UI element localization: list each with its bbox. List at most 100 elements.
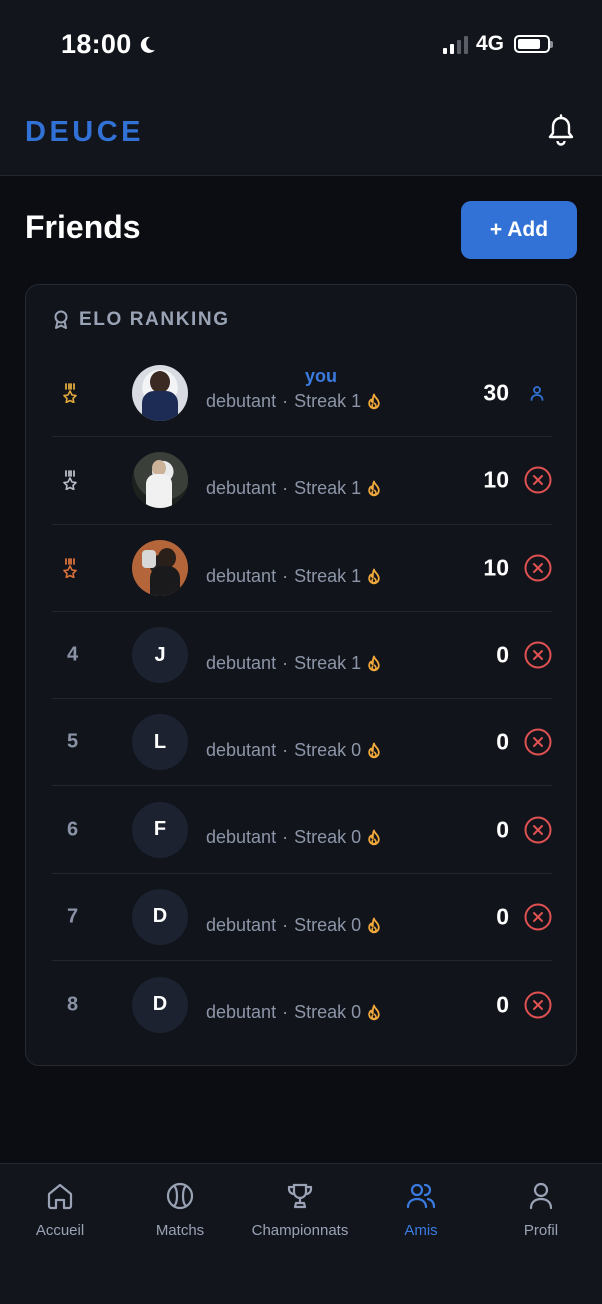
elo-ranking-card: ELO RANKING you debutant · Streak 1 30 d…	[25, 284, 577, 1066]
separator: ·	[282, 478, 289, 499]
self-user-icon	[530, 386, 544, 402]
level-label: debutant	[206, 1002, 277, 1023]
streak-label: Streak 0	[294, 914, 362, 935]
app-logo: DEUCE	[25, 116, 145, 148]
streak-label: Streak 1	[294, 478, 362, 499]
separator: ·	[282, 914, 289, 935]
flame-icon	[368, 480, 380, 497]
ranking-row[interactable]: debutant · Streak 1 10	[52, 525, 552, 612]
avatar	[132, 452, 188, 509]
remove-friend-button[interactable]	[524, 991, 552, 1019]
separator: ·	[282, 827, 289, 848]
flame-icon	[368, 742, 380, 759]
notifications-button[interactable]	[546, 114, 576, 148]
nav-label: Accueil	[35, 1222, 85, 1239]
rank-number: 6	[67, 818, 79, 841]
level-label: debutant	[206, 391, 277, 411]
player-subtitle: debutant · Streak 1	[206, 391, 381, 412]
elo-score: 0	[496, 728, 509, 755]
player-subtitle: debutant · Streak 1	[206, 653, 381, 674]
avatar: J	[132, 627, 188, 684]
ranking-row[interactable]: 5 L debutant · Streak 0 0	[52, 699, 552, 787]
avatar: F	[132, 801, 188, 858]
ranking-row[interactable]: 7 D debutant · Streak 0 0	[52, 874, 552, 962]
nav-item-amis[interactable]: Amis	[361, 1180, 481, 1239]
player-subtitle: debutant · Streak 0	[206, 1002, 381, 1023]
separator: ·	[282, 565, 289, 586]
ranking-row[interactable]: 4 J debutant · Streak 1 0	[52, 612, 552, 700]
player-subtitle: debutant · Streak 1	[206, 478, 381, 499]
level-label: debutant	[206, 652, 277, 673]
users-icon	[406, 1183, 436, 1209]
remove-friend-button[interactable]	[524, 641, 552, 669]
nav-item-profil[interactable]: Profil	[481, 1180, 601, 1239]
rank-number: 4	[67, 643, 79, 666]
streak-label: Streak 1	[294, 652, 362, 673]
moon-icon	[140, 36, 155, 53]
signal-icon	[442, 35, 468, 54]
app-header: DEUCE	[0, 90, 602, 176]
level-label: debutant	[206, 914, 277, 935]
avatar: D	[132, 888, 188, 945]
level-label: debutant	[206, 740, 277, 761]
separator: ·	[282, 1002, 289, 1023]
bronze-medal-icon	[63, 557, 77, 578]
level-label: debutant	[206, 478, 277, 499]
flame-icon	[368, 1004, 380, 1021]
nav-item-accueil[interactable]: Accueil	[0, 1180, 120, 1239]
level-label: debutant	[206, 565, 277, 586]
separator: ·	[282, 740, 289, 761]
ranking-row[interactable]: 6 F debutant · Streak 0 0	[52, 786, 552, 874]
player-subtitle: debutant · Streak 0	[206, 740, 381, 761]
player-subtitle: debutant · Streak 0	[206, 827, 381, 848]
nav-item-championnats[interactable]: Championnats	[240, 1180, 360, 1239]
status-indicators: 4G	[442, 32, 553, 56]
elo-score: 0	[496, 903, 509, 930]
elo-score: 0	[496, 816, 509, 843]
nav-label: Matchs	[155, 1222, 205, 1239]
separator: ·	[282, 652, 289, 673]
ranking-row[interactable]: 8 D debutant · Streak 0 0	[52, 961, 552, 1048]
medal-outline-icon	[54, 310, 68, 329]
remove-friend-button[interactable]	[524, 728, 552, 756]
card-header: ELO RANKING	[52, 309, 230, 331]
streak-label: Streak 0	[294, 827, 362, 848]
streak-label: Streak 1	[294, 391, 362, 411]
silver-medal-icon	[63, 470, 77, 491]
flame-icon	[368, 568, 380, 584]
card-title: ELO RANKING	[79, 309, 230, 330]
elo-score: 0	[496, 641, 509, 668]
ranking-row[interactable]: you debutant · Streak 1 30	[52, 350, 552, 438]
rank-number: 8	[67, 993, 79, 1016]
avatar	[132, 365, 188, 422]
bottom-nav: Accueil Matchs Championnats Amis Profil	[0, 1163, 602, 1304]
streak-label: Streak 0	[294, 740, 362, 761]
avatar: D	[132, 976, 188, 1033]
remove-friend-button[interactable]	[524, 466, 552, 494]
flame-icon	[368, 917, 380, 933]
nav-label: Profil	[523, 1222, 559, 1239]
avatar	[132, 539, 188, 596]
level-label: debutant	[206, 827, 277, 848]
remove-friend-button[interactable]	[524, 554, 552, 582]
rank-number: 5	[67, 730, 79, 753]
user-icon	[529, 1182, 553, 1210]
flame-icon	[368, 830, 380, 846]
tennis-ball-icon	[166, 1182, 194, 1210]
remove-friend-button[interactable]	[524, 903, 552, 931]
battery-icon	[514, 35, 553, 53]
network-label: 4G	[475, 32, 504, 55]
status-time-text: 18:00	[61, 29, 132, 59]
nav-label: Championnats	[251, 1222, 349, 1239]
ranking-row[interactable]: debutant · Streak 1 10	[52, 437, 552, 525]
status-bar: 18:00 4G	[0, 0, 602, 90]
streak-label: Streak 1	[294, 565, 362, 586]
gold-medal-icon	[63, 383, 77, 404]
bell-icon	[548, 114, 574, 146]
nav-item-matchs[interactable]: Matchs	[120, 1180, 240, 1239]
player-subtitle: debutant · Streak 0	[206, 915, 381, 936]
remove-friend-button[interactable]	[524, 816, 552, 844]
home-icon	[47, 1183, 73, 1210]
rank-number: 7	[67, 905, 79, 928]
add-friend-button[interactable]: + Add	[461, 201, 577, 259]
